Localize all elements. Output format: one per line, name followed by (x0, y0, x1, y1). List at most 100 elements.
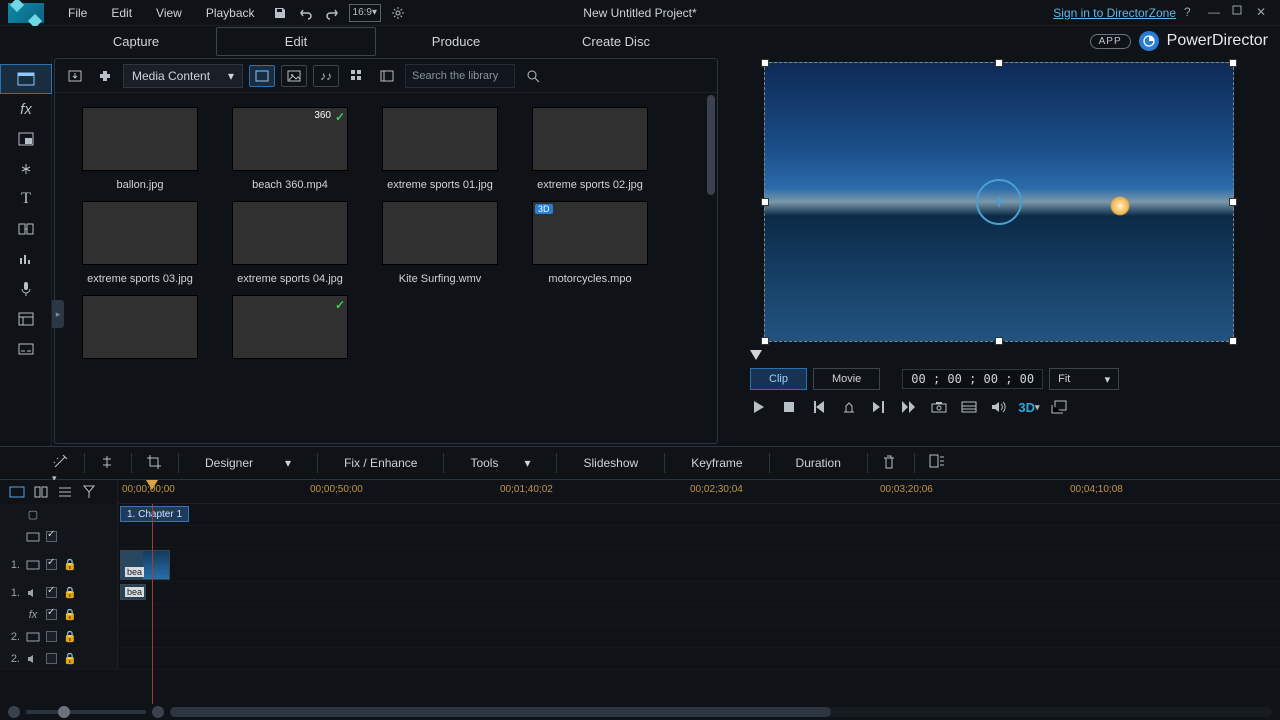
split-icon[interactable] (99, 454, 117, 472)
track-body[interactable]: bea (118, 548, 1280, 581)
menu-file[interactable]: File (56, 2, 99, 24)
media-room-icon[interactable] (0, 64, 52, 94)
prev-frame-icon[interactable] (810, 398, 828, 416)
lock-icon[interactable]: 🔒 (63, 608, 77, 621)
chapter-marker[interactable]: 1. Chapter 1 (120, 506, 189, 522)
fx-room-icon[interactable]: fx (0, 94, 52, 124)
track-body[interactable] (118, 604, 1280, 625)
resize-handle[interactable] (995, 59, 1003, 67)
particle-room-icon[interactable] (0, 154, 52, 184)
slideshow-button[interactable]: Slideshow (571, 456, 650, 470)
media-thumb[interactable]: extreme sports 03.jpg (65, 201, 215, 285)
app-store-pill[interactable]: APP (1090, 34, 1131, 49)
timeline-ruler[interactable]: 00;00;00;00 00;00;50;00 00;01;40;02 00;0… (118, 480, 1280, 504)
save-icon[interactable] (271, 4, 289, 22)
minimize-icon[interactable]: — (1208, 5, 1224, 21)
media-thumb[interactable]: extreme sports 02.jpg (515, 107, 665, 191)
duration-button[interactable]: Duration (784, 456, 853, 470)
magic-tools-icon[interactable]: ▾ (52, 454, 70, 472)
track-head[interactable]: 1.🔒 (0, 582, 118, 603)
resize-handle[interactable] (1229, 337, 1237, 345)
track-body[interactable]: 1. Chapter 1 (118, 504, 1280, 525)
pip-room-icon[interactable] (0, 124, 52, 154)
import-icon[interactable] (63, 64, 87, 88)
seek-marker-icon[interactable] (750, 350, 762, 360)
track-head[interactable] (0, 526, 118, 547)
timeline-view-movie-icon[interactable] (8, 483, 26, 501)
media-thumb[interactable] (65, 295, 215, 367)
library-search[interactable]: Search the library (405, 64, 515, 88)
timeline-scrollbar[interactable] (170, 707, 1272, 717)
grid-view-icon[interactable] (345, 64, 369, 88)
media-thumb[interactable]: extreme sports 01.jpg (365, 107, 515, 191)
zoom-in-icon[interactable] (152, 706, 164, 718)
zoom-out-icon[interactable] (8, 706, 20, 718)
next-frame-icon[interactable] (870, 398, 888, 416)
preview-mode-clip[interactable]: Clip (750, 368, 807, 390)
video-clip[interactable]: bea (120, 550, 170, 580)
media-thumb[interactable]: 3Dmotorcycles.mpo (515, 201, 665, 285)
voiceover-room-icon[interactable] (0, 274, 52, 304)
lock-icon[interactable]: 🔒 (63, 558, 77, 571)
media-thumb[interactable]: extreme sports 04.jpg (215, 201, 365, 285)
fix-enhance-button[interactable]: Fix / Enhance (332, 456, 429, 470)
chapter-room-icon[interactable] (0, 304, 52, 334)
lock-icon[interactable]: 🔒 (63, 652, 77, 665)
track-visible-checkbox[interactable] (46, 609, 57, 620)
title-room-icon[interactable]: T (0, 184, 52, 214)
track-visible-checkbox[interactable] (46, 631, 57, 642)
resize-handle[interactable] (1229, 198, 1237, 206)
undock-preview-icon[interactable] (1050, 398, 1068, 416)
resize-handle[interactable] (1229, 59, 1237, 67)
zoom-thumb[interactable] (58, 706, 70, 718)
signin-link[interactable]: Sign in to DirectorZone (1053, 6, 1176, 20)
filter-image-icon[interactable] (281, 65, 307, 87)
track-head-chapter[interactable]: ▢ (0, 504, 118, 525)
fast-forward-icon[interactable] (900, 398, 918, 416)
settings-icon[interactable] (389, 4, 407, 22)
audio-clip[interactable]: bea (120, 584, 146, 600)
trash-icon[interactable] (882, 454, 900, 472)
resize-handle[interactable] (995, 337, 1003, 345)
media-thumb[interactable]: ✓ (215, 295, 365, 367)
library-menu-icon[interactable] (375, 64, 399, 88)
mode-capture[interactable]: Capture (56, 28, 216, 55)
track-manager-icon[interactable] (56, 483, 74, 501)
menu-playback[interactable]: Playback (194, 2, 267, 24)
media-filter-select[interactable]: Media Content▾ (123, 64, 243, 88)
crop-icon[interactable] (146, 454, 164, 472)
redo-icon[interactable] (323, 4, 341, 22)
volume-icon[interactable] (990, 398, 1008, 416)
track-head[interactable]: 1.🔒 (0, 548, 118, 581)
filter-audio-icon[interactable]: ♪♪ (313, 65, 339, 87)
close-icon[interactable]: ✕ (1256, 5, 1272, 21)
step-icon[interactable] (840, 398, 858, 416)
resize-handle[interactable] (761, 59, 769, 67)
lock-icon[interactable]: 🔒 (63, 586, 77, 599)
media-thumb[interactable]: 360✓beach 360.mp4 (215, 107, 365, 191)
snapshot-icon[interactable] (930, 398, 948, 416)
help-icon[interactable]: ? (1184, 5, 1200, 21)
mode-produce[interactable]: Produce (376, 28, 536, 55)
mode-create-disc[interactable]: Create Disc (536, 28, 696, 55)
tools-button[interactable]: Tools▾ (458, 456, 542, 470)
preview-seek-bar[interactable] (750, 350, 1248, 360)
menu-view[interactable]: View (144, 2, 194, 24)
aspect-ratio-select[interactable]: 16:9 ▾ (349, 4, 382, 22)
track-body[interactable] (118, 526, 1280, 547)
subtitle-room-icon[interactable] (0, 334, 52, 364)
track-head[interactable]: 2.🔒 (0, 626, 118, 647)
library-scrollbar[interactable] (707, 95, 715, 195)
play-icon[interactable] (750, 398, 768, 416)
more-functions-icon[interactable] (929, 454, 947, 472)
preview-zoom-select[interactable]: Fit▾ (1049, 368, 1119, 390)
track-body[interactable] (118, 626, 1280, 647)
preview-quality-icon[interactable] (960, 398, 978, 416)
maximize-icon[interactable] (1232, 5, 1248, 21)
resize-handle[interactable] (761, 337, 769, 345)
preview-timecode[interactable]: 00 ; 00 ; 00 ; 00 (902, 369, 1043, 389)
designer-button[interactable]: Designer▾ (193, 456, 303, 470)
keyframe-button[interactable]: Keyframe (679, 456, 754, 470)
preview-canvas[interactable]: + (764, 62, 1234, 342)
timeline-view-storyboard-icon[interactable] (32, 483, 50, 501)
